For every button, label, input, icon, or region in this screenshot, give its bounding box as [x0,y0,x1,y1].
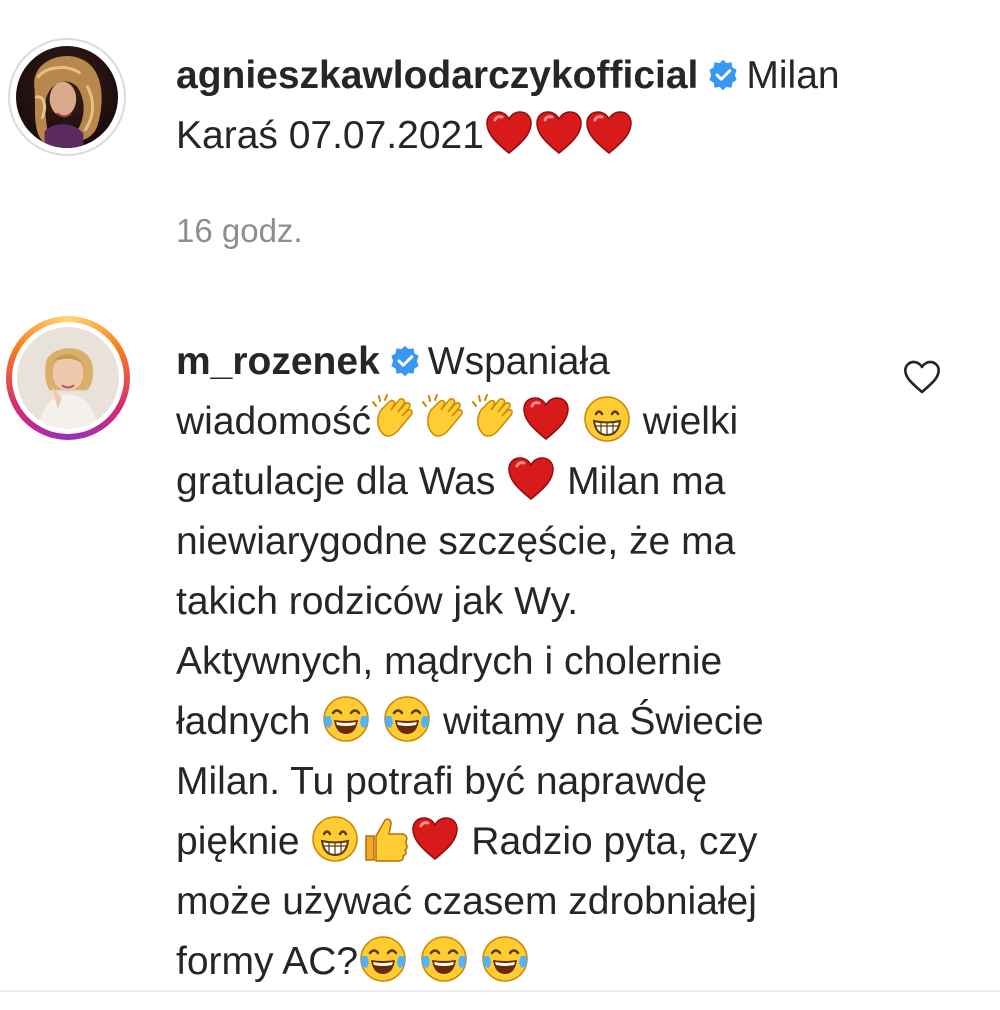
username[interactable]: agnieszkawlodarczykofficial [176,54,698,97]
avatar-photo [16,46,118,148]
comment-body-segment: wiadomość [176,400,372,443]
avatar [12,322,124,434]
red-heart-emoji-icon [521,394,571,444]
heart-outline-icon[interactable] [902,358,942,396]
comment-body-segment: Milan. Tu potrafi być naprawdę [176,760,708,803]
red-heart-emoji-icon [534,108,584,158]
divider [0,990,1000,992]
red-heart-emoji-icon [484,108,534,158]
thumbs-up-emoji-icon [360,814,410,864]
clapping-hands-emoji-icon [471,394,521,444]
grinning-face-emoji-icon [582,394,632,444]
comment-text: agnieszkawlodarczykofficial Milan Karaś 0… [176,46,936,166]
comment-body-segment: takich rodziców jak Wy. [176,580,579,623]
red-heart-emoji-icon [410,814,460,864]
comment-body-segment: wielki [642,400,739,443]
username[interactable]: m_rozenek [176,340,380,383]
comment-text: m_rozenek Wspaniała wiadomość wielki grat… [176,332,866,992]
clapping-hands-emoji-icon [371,394,421,444]
comment-body-segment: może używać czasem zdrobniałej [176,880,757,923]
comment-timestamp[interactable]: 16 godz. [176,212,303,250]
comment-body-line-2: Karaś 07.07.2021 [176,114,484,157]
comment-body-segment: Aktywnych, mądrych i cholernie [176,640,723,683]
comment-body-segment: pięknie [176,820,300,863]
red-heart-emoji-icon [506,454,556,504]
comment-body-segment: ładnych [176,700,311,743]
avatar[interactable] [8,38,126,156]
comment-body-segment: niewiarygodne szczęście, że ma [176,520,736,563]
comment-body-segment: Wspaniała [427,340,610,383]
avatar-story-ring[interactable] [6,316,130,440]
comment-body-segment: witamy na Świecie [442,700,764,743]
grinning-face-emoji-icon [310,814,360,864]
avatar-photo [17,327,119,429]
comment-body-segment: Milan ma [567,460,726,503]
comment-body-line-1: Milan [746,54,840,97]
comment-body-segment: formy AC? [176,940,359,983]
clapping-hands-emoji-icon [421,394,471,444]
comment-body-segment: Radzio pyta, czy [471,820,758,863]
face-with-tears-of-joy-emoji-icon [358,934,408,984]
face-with-tears-of-joy-emoji-icon [321,694,371,744]
verified-badge-icon [388,344,422,378]
verified-badge-icon [706,58,740,92]
face-with-tears-of-joy-emoji-icon [419,934,469,984]
face-with-tears-of-joy-emoji-icon [382,694,432,744]
face-with-tears-of-joy-emoji-icon [480,934,530,984]
red-heart-emoji-icon [584,108,634,158]
comment-body-segment: gratulacje dla Was [176,460,496,503]
